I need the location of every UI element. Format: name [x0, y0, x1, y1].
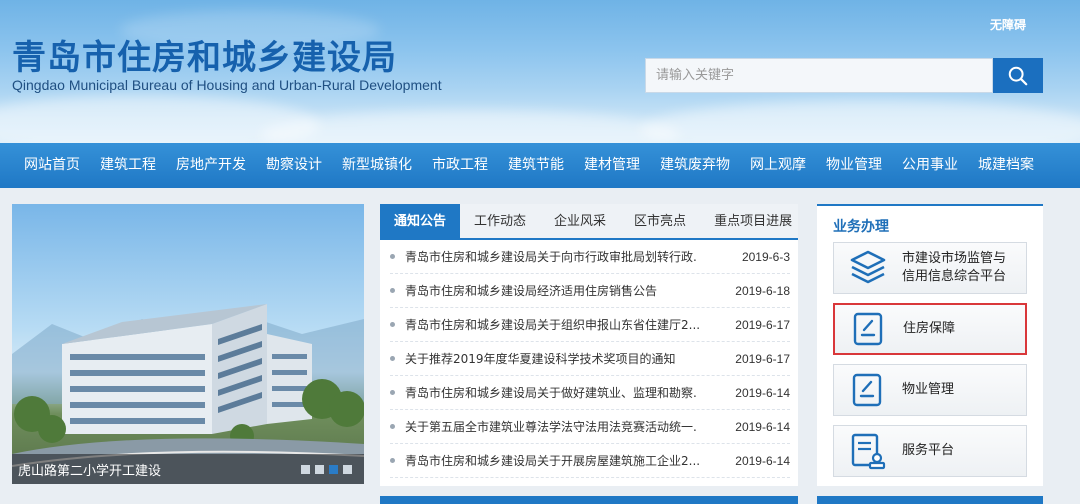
tab-enterprise[interactable]: 企业风采 [540, 204, 620, 238]
list-item[interactable]: 青岛市住房和城乡建设局关于开展房屋建筑施工企业2... 2019-6-14 [390, 444, 790, 478]
tab-notices[interactable]: 通知公告 [380, 204, 461, 238]
nav-item-urbanization[interactable]: 新型城镇化 [332, 143, 422, 188]
bullet-icon [390, 254, 395, 259]
slide-dot-active[interactable] [329, 464, 338, 474]
edit-document-icon [847, 307, 891, 351]
bullet-icon [390, 424, 395, 429]
nav-item-waste[interactable]: 建筑废弃物 [650, 143, 740, 188]
nav-item-online-tour[interactable]: 网上观摩 [740, 143, 816, 188]
site-header: 无障碍 青岛市住房和城乡建设局 Qingdao Municipal Bureau… [0, 0, 1080, 143]
search-box [645, 58, 1043, 93]
bullet-icon [390, 288, 395, 293]
business-panel: 业务办理 市建设市场监管与 信用信息综合平台 住房保障 物业管理 服务平台 [817, 204, 1043, 486]
news-date: 2019-6-14 [735, 419, 790, 434]
layers-icon [846, 246, 890, 290]
service-platform-button[interactable]: 服务平台 [833, 425, 1027, 477]
list-item[interactable]: 关于推荐2019年度华夏建设科学技术奖项目的通知 2019-6-17 [390, 342, 790, 376]
search-input[interactable] [645, 58, 993, 93]
news-date: 2019-6-17 [735, 317, 790, 332]
list-item[interactable]: 关于第五届全市建筑业尊法学法守法用法竞赛活动统一. 2019-6-14 [390, 410, 790, 444]
nav-item-survey-design[interactable]: 勘察设计 [256, 143, 332, 188]
search-button[interactable] [993, 58, 1043, 93]
nav-item-utilities[interactable]: 公用事业 [892, 143, 968, 188]
section-divider [817, 496, 1043, 504]
slide-dot[interactable] [301, 464, 310, 474]
nav-item-materials[interactable]: 建材管理 [574, 143, 650, 188]
slide-caption-bar: 虎山路第二小学开工建设 [12, 454, 364, 484]
button-label: 市建设市场监管与 信用信息综合平台 [902, 250, 1006, 286]
nav-item-property[interactable]: 物业管理 [816, 143, 892, 188]
section-divider [380, 496, 798, 504]
document-stamp-icon [846, 429, 890, 473]
button-label: 物业管理 [902, 382, 955, 397]
main-nav: 网站首页 建筑工程 房地产开发 勘察设计 新型城镇化 市政工程 建筑节能 建材管… [0, 143, 1080, 188]
news-panel: 通知公告 工作动态 企业风采 区市亮点 重点项目进展 青岛市住房和城乡建设局关于… [380, 204, 798, 486]
property-management-button[interactable]: 物业管理 [833, 364, 1027, 416]
list-item[interactable]: 青岛市住房和城乡建设局关于向市行政审批局划转行政. 2019-6-3 [390, 240, 790, 274]
accessibility-link[interactable]: 无障碍 [990, 16, 1026, 33]
bullet-icon [390, 356, 395, 361]
nav-item-home[interactable]: 网站首页 [14, 143, 90, 188]
news-title[interactable]: 关于第五届全市建筑业尊法学法守法用法竞赛活动统一. [405, 418, 712, 435]
news-date: 2019-6-17 [735, 351, 790, 366]
business-heading: 业务办理 [833, 219, 889, 235]
slide-dot[interactable] [315, 464, 324, 474]
nav-item-energy-saving[interactable]: 建筑节能 [498, 143, 574, 188]
news-date: 2019-6-14 [735, 453, 790, 468]
housing-security-button[interactable]: 住房保障 [833, 303, 1027, 355]
slide-image [12, 304, 364, 484]
site-title: 青岛市住房和城乡建设局 [12, 38, 397, 78]
edit-document-icon [846, 368, 890, 412]
bullet-icon [390, 322, 395, 327]
news-title[interactable]: 青岛市住房和城乡建设局关于向市行政审批局划转行政. [405, 248, 712, 265]
news-title[interactable]: 关于推荐2019年度华夏建设科学技术奖项目的通知 [405, 350, 712, 367]
button-label: 服务平台 [902, 443, 955, 458]
label-line: 信用信息综合平台 [902, 269, 1007, 284]
button-label: 住房保障 [903, 321, 956, 336]
news-list: 青岛市住房和城乡建设局关于向市行政审批局划转行政. 2019-6-3 青岛市住房和… [380, 240, 798, 478]
tab-district-highlights[interactable]: 区市亮点 [620, 204, 700, 238]
news-title[interactable]: 青岛市住房和城乡建设局关于开展房屋建筑施工企业2... [405, 452, 712, 469]
nav-item-real-estate[interactable]: 房地产开发 [166, 143, 256, 188]
slide-dots [301, 464, 352, 474]
cloud-decoration [260, 110, 680, 143]
nav-item-municipal[interactable]: 市政工程 [422, 143, 498, 188]
news-title[interactable]: 青岛市住房和城乡建设局关于组织申报山东省住建厅2... [405, 316, 712, 333]
news-slideshow[interactable]: 虎山路第二小学开工建设 [12, 204, 364, 484]
bullet-icon [390, 458, 395, 463]
news-tabs: 通知公告 工作动态 企业风采 区市亮点 重点项目进展 [380, 204, 798, 240]
tab-key-projects[interactable]: 重点项目进展 [700, 204, 806, 238]
site-subtitle: Qingdao Municipal Bureau of Housing and … [12, 77, 442, 93]
news-title[interactable]: 青岛市住房和城乡建设局关于做好建筑业、监理和勘察. [405, 384, 712, 401]
news-title[interactable]: 青岛市住房和城乡建设局经济适用住房销售公告 [405, 282, 712, 299]
nav-item-archives[interactable]: 城建档案 [968, 143, 1044, 188]
nav-item-construction[interactable]: 建筑工程 [90, 143, 166, 188]
cloud-decoration [640, 100, 1080, 143]
tab-work-updates[interactable]: 工作动态 [460, 204, 540, 238]
slide-caption[interactable]: 虎山路第二小学开工建设 [18, 460, 161, 479]
list-item[interactable]: 青岛市住房和城乡建设局关于组织申报山东省住建厅2... 2019-6-17 [390, 308, 790, 342]
news-date: 2019-6-14 [735, 385, 790, 400]
list-item[interactable]: 青岛市住房和城乡建设局经济适用住房销售公告 2019-6-18 [390, 274, 790, 308]
label-line: 市建设市场监管与 [902, 251, 1007, 266]
bullet-icon [390, 390, 395, 395]
slide-dot[interactable] [343, 464, 352, 474]
market-credit-platform-button[interactable]: 市建设市场监管与 信用信息综合平台 [833, 242, 1027, 294]
search-icon [1008, 66, 1028, 85]
list-item[interactable]: 青岛市住房和城乡建设局关于做好建筑业、监理和勘察. 2019-6-14 [390, 376, 790, 410]
news-date: 2019-6-3 [741, 249, 790, 264]
news-date: 2019-6-18 [735, 283, 790, 298]
